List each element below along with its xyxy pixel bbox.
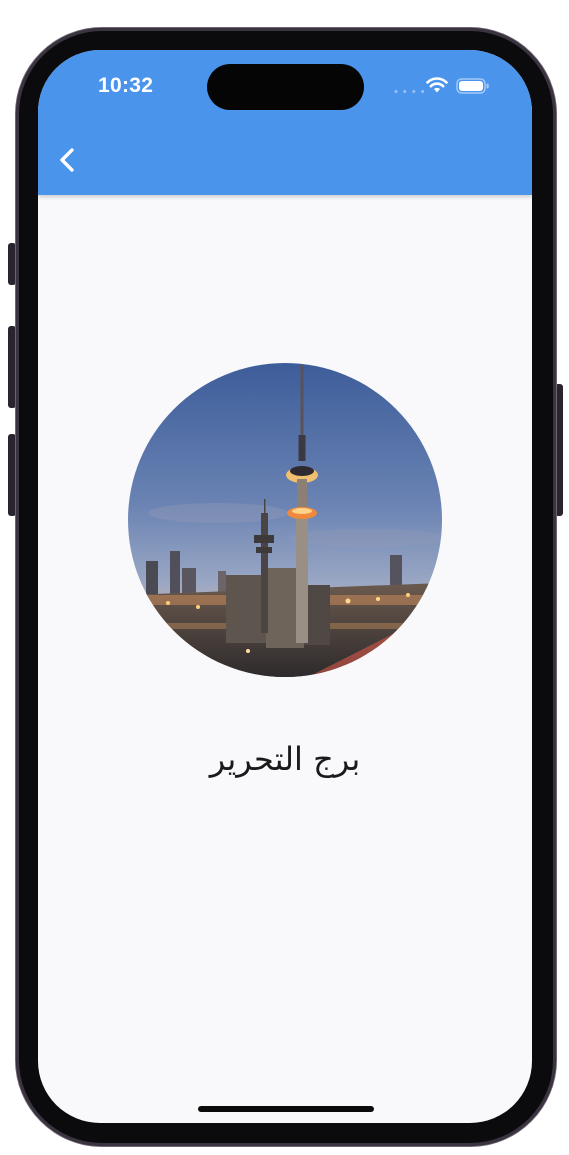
place-title: برج التحرير <box>209 740 361 778</box>
app-bar: 10:32 • • • • <box>38 50 532 195</box>
wifi-icon <box>426 77 448 93</box>
back-button[interactable] <box>52 142 82 178</box>
volume-down-button <box>8 434 16 516</box>
power-button <box>555 384 563 516</box>
tower-photo <box>128 363 442 677</box>
signal-dots-icon: • • • • <box>394 86 426 98</box>
chevron-left-icon <box>60 148 74 172</box>
battery-icon <box>456 78 489 94</box>
action-button <box>8 243 16 285</box>
home-indicator <box>198 1106 374 1112</box>
volume-up-button <box>8 326 16 408</box>
page: 10:32 • • • • برج التحرير <box>0 0 569 1155</box>
screen: 10:32 • • • • برج التحرير <box>38 50 532 1123</box>
dynamic-island <box>207 64 364 110</box>
status-time: 10:32 <box>98 74 154 97</box>
place-image <box>128 363 442 677</box>
